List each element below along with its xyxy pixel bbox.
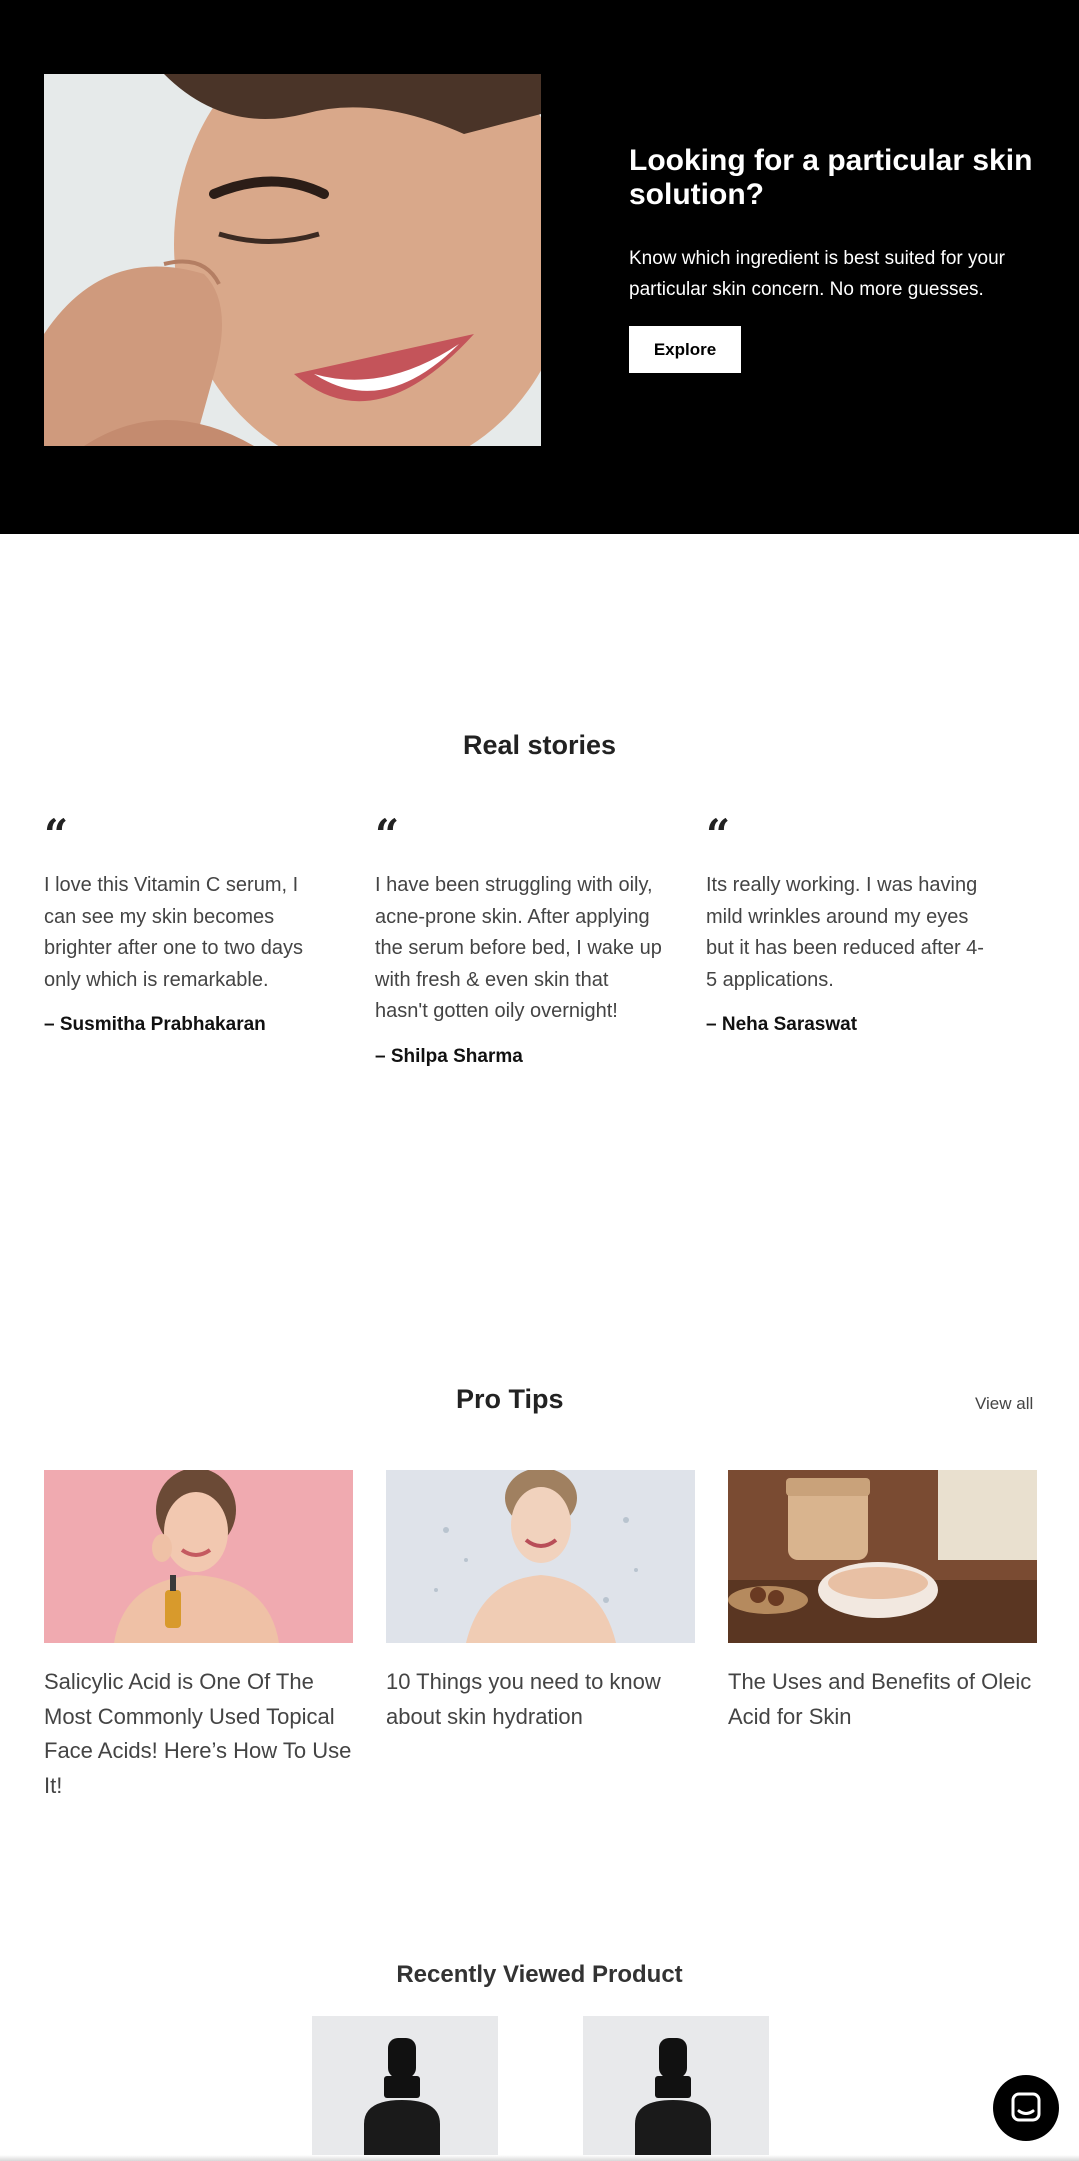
article-card[interactable]: The Uses and Benefits of Oleic Acid for … <box>728 1470 1037 1734</box>
quote-icon: “ <box>706 810 731 859</box>
serum-bottle-image <box>583 2016 769 2161</box>
testimonial-text: Its really working. I was having mild wr… <box>706 874 984 991</box>
article-image[interactable] <box>386 1470 695 1643</box>
recent-product-card[interactable] <box>583 2016 769 2161</box>
chat-button[interactable] <box>993 2075 1059 2141</box>
hero-image <box>44 74 541 446</box>
testimonial-author: – Shilpa Sharma <box>375 1045 523 1067</box>
article-image[interactable] <box>728 1470 1037 1643</box>
view-all-link[interactable]: View all <box>975 1394 1033 1414</box>
article-title[interactable]: Salicylic Acid is One Of The Most Common… <box>44 1665 353 1803</box>
quote-icon: “ <box>44 810 69 859</box>
article-title[interactable]: 10 Things you need to know about skin hy… <box>386 1665 695 1734</box>
testimonial-text: I love this Vitamin C serum, I can see m… <box>44 874 304 991</box>
pro-tips-title: Pro Tips <box>456 1384 564 1414</box>
testimonial-card: “ I have been struggling with oily, acne… <box>375 810 665 1068</box>
quote-icon: “ <box>375 810 400 859</box>
testimonial-text: I have been struggling with oily, acne-p… <box>375 874 662 1022</box>
serum-bottle-image <box>312 2016 498 2161</box>
bottom-edge <box>0 2155 1079 2161</box>
recently-viewed-title: Recently Viewed Product <box>396 1961 683 1988</box>
testimonial-card: “ I love this Vitamin C serum, I can see… <box>44 810 334 1036</box>
hero-description: Know which ingredient is best suited for… <box>629 248 1005 300</box>
hero-banner: Looking for a particular skin solution? … <box>0 0 1079 534</box>
hero-title: Looking for a particular skin solution? <box>629 144 1033 211</box>
article-image[interactable] <box>44 1470 353 1643</box>
article-title[interactable]: The Uses and Benefits of Oleic Acid for … <box>728 1665 1037 1734</box>
recent-product-card[interactable] <box>312 2016 498 2161</box>
testimonial-card: “ Its really working. I was having mild … <box>706 810 986 1036</box>
testimonial-author: – Neha Saraswat <box>706 1014 858 1035</box>
chat-icon <box>1011 2092 1041 2122</box>
article-card[interactable]: 10 Things you need to know about skin hy… <box>386 1470 695 1734</box>
testimonial-author: – Susmitha Prabhakaran <box>44 1014 266 1035</box>
explore-button[interactable]: Explore <box>629 326 741 373</box>
stories-title: Real stories <box>462 730 617 760</box>
article-card[interactable]: Salicylic Acid is One Of The Most Common… <box>44 1470 353 1803</box>
